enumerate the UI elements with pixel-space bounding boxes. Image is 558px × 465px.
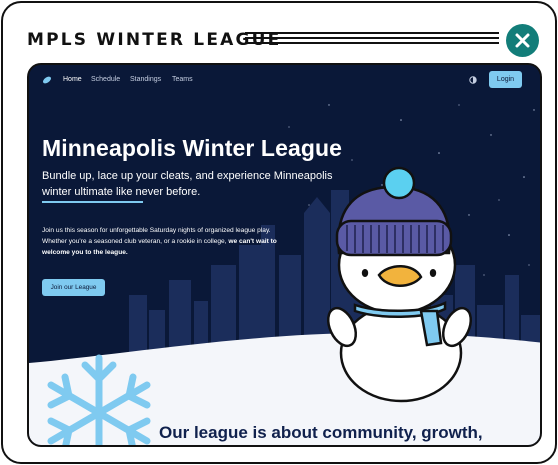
close-button[interactable] — [506, 24, 539, 57]
mission-heading: Our league is about community, growth, — [159, 423, 483, 442]
hero-divider — [42, 201, 143, 203]
modal-title: MPLS WINTER LEAGUE — [27, 30, 282, 50]
join-league-button[interactable]: Join our League — [42, 279, 105, 296]
nav-standings-link[interactable]: Standings — [130, 76, 161, 83]
nav-teams-link[interactable]: Teams — [172, 76, 193, 83]
disc-icon[interactable] — [42, 75, 52, 85]
nav-home-link[interactable]: Home — [63, 76, 82, 83]
modal-card: MPLS WINTER LEAGUE Home Schedule Standin… — [1, 1, 557, 464]
nav-schedule-link[interactable]: Schedule — [91, 76, 120, 83]
website-preview: Home Schedule Standings Teams Login Minn… — [27, 63, 542, 447]
top-navigation: Home Schedule Standings Teams Login — [29, 65, 540, 95]
title-decoration-lines — [245, 32, 499, 46]
contrast-icon[interactable] — [469, 76, 477, 84]
login-button[interactable]: Login — [489, 71, 522, 88]
close-icon — [515, 33, 530, 48]
hero-body: Join us this season for unforgettable Sa… — [42, 225, 282, 258]
hero-subtitle: Bundle up, lace up your cleats, and expe… — [42, 170, 333, 198]
hero-title: Minneapolis Winter League — [42, 135, 343, 161]
